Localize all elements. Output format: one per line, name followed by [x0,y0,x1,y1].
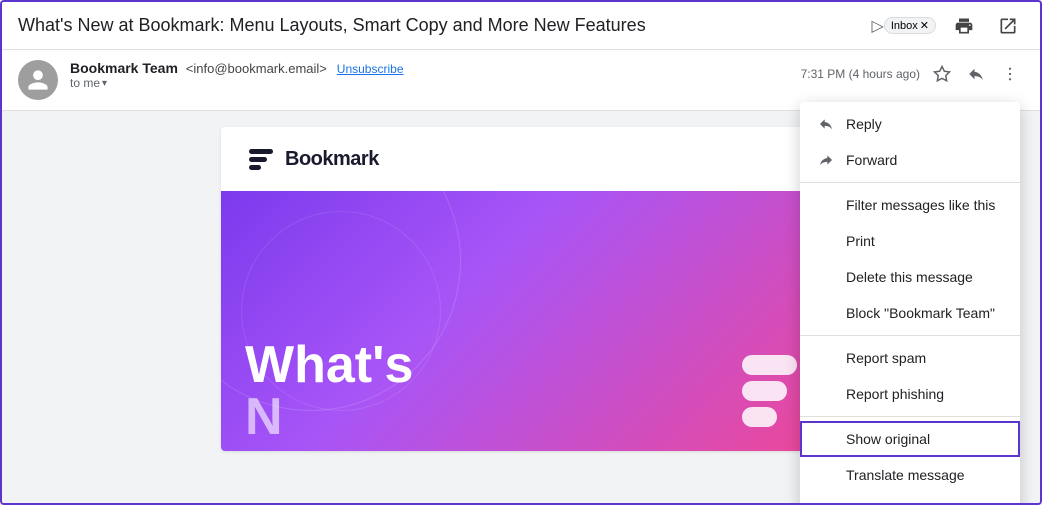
menu-item-show-original-label: Show original [846,431,1004,447]
label-arrow-icon: ▷ [872,16,884,36]
email-subject: What's New at Bookmark: Menu Layouts, Sm… [18,15,864,36]
menu-divider-1 [800,182,1020,183]
menu-divider-2 [800,335,1020,336]
inbox-label-text: Inbox [891,20,918,32]
menu-item-reply-label: Reply [846,116,1004,132]
wave-1 [742,355,797,375]
menu-item-forward[interactable]: Forward [800,142,1020,178]
menu-item-report-spam[interactable]: Report spam [800,340,1020,376]
banner-n-text: N [245,391,413,443]
menu-item-delete[interactable]: Delete this message [800,259,1020,295]
reply-button[interactable] [962,60,990,88]
open-external-button[interactable] [992,10,1024,42]
bookmark-logo-icon [245,143,277,175]
sender-email: <info@bookmark.email> [186,61,327,76]
sender-right: 7:31 PM (4 hours ago) [801,60,1024,88]
report-spam-icon [816,348,836,368]
menu-item-print[interactable]: Print [800,223,1020,259]
dropdown-menu: Reply Forward Filter messages like this … [800,102,1020,505]
wave-3 [742,407,777,427]
menu-item-block[interactable]: Block "Bookmark Team" [800,295,1020,331]
bookmark-logo-bar: Bookmark [221,127,821,191]
email-banner: What's N [221,191,821,451]
email-time: 7:31 PM (4 hours ago) [801,67,920,81]
menu-item-print-label: Print [846,233,1004,249]
menu-item-translate-label: Translate message [846,467,1004,483]
menu-item-filter[interactable]: Filter messages like this [800,187,1020,223]
menu-item-translate[interactable]: Translate message [800,457,1020,493]
inbox-label-close-icon[interactable]: ✕ [920,19,929,32]
report-phishing-icon [816,384,836,404]
print-button[interactable] [948,10,980,42]
unsubscribe-link[interactable]: Unsubscribe [337,60,404,76]
wave-2 [742,381,787,401]
translate-menu-icon [816,465,836,485]
print-menu-icon [816,231,836,251]
sender-action-icons [928,60,1024,88]
sender-name-line: Bookmark Team <info@bookmark.email> Unsu… [70,60,801,76]
menu-item-forward-label: Forward [846,152,1004,168]
menu-item-delete-label: Delete this message [846,269,1004,285]
menu-item-report-spam-label: Report spam [846,350,1004,366]
email-header-bar: What's New at Bookmark: Menu Layouts, Sm… [2,2,1040,50]
menu-item-filter-label: Filter messages like this [846,197,1004,213]
menu-divider-3 [800,416,1020,417]
email-card: Bookmark [221,127,821,451]
inbox-label[interactable]: Inbox ✕ [884,17,936,34]
block-menu-icon [816,303,836,323]
menu-item-show-original[interactable]: Show original [800,421,1020,457]
banner-whats-text: What's [245,339,413,391]
star-button[interactable] [928,60,956,88]
more-options-button[interactable] [996,60,1024,88]
show-original-icon [816,429,836,449]
to-me[interactable]: to me ▾ [70,76,801,90]
top-right-icons [948,10,1024,42]
chevron-down-icon: ▾ [102,78,107,89]
menu-item-reply[interactable]: Reply [800,106,1020,142]
banner-text-overlay: What's N [245,339,413,451]
reply-menu-icon [816,114,836,134]
forward-menu-icon [816,150,836,170]
menu-item-report-phishing[interactable]: Report phishing [800,376,1020,412]
sender-info: Bookmark Team <info@bookmark.email> Unsu… [70,60,801,90]
menu-item-block-label: Block "Bookmark Team" [846,305,1004,321]
sender-name: Bookmark Team [70,60,178,76]
menu-item-download[interactable]: Download message [800,493,1020,505]
filter-menu-icon [816,195,836,215]
email-container: What's New at Bookmark: Menu Layouts, Sm… [0,0,1042,505]
menu-item-report-phishing-label: Report phishing [846,386,1004,402]
bookmark-logo-text: Bookmark [285,148,379,171]
delete-menu-icon [816,267,836,287]
avatar [18,60,58,100]
